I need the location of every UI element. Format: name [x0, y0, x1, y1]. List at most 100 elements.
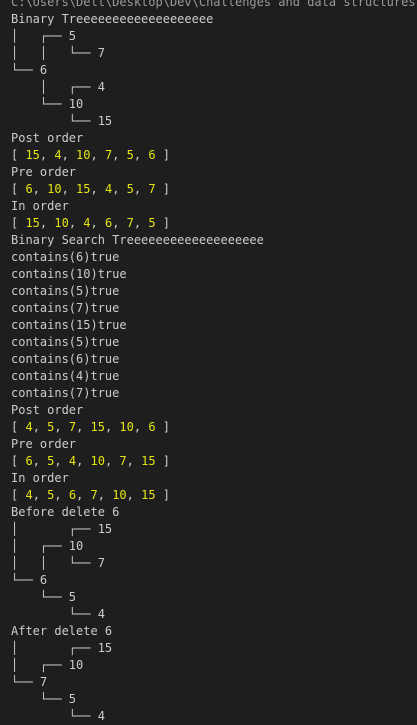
- array-value: 15: [25, 148, 40, 162]
- array-value: 10: [47, 182, 62, 196]
- terminal-text-line: └── 5: [11, 692, 77, 706]
- array-separator: ,: [133, 216, 149, 230]
- array-separator: ,: [90, 148, 105, 162]
- terminal-text-line: │ ┌── 15: [11, 641, 113, 655]
- terminal-text-line: │ ┌── 5: [11, 29, 77, 43]
- array-value: 4: [83, 216, 91, 230]
- array-bracket-open: [: [11, 420, 26, 434]
- array-separator: ,: [32, 420, 48, 434]
- array-separator: ,: [104, 454, 120, 468]
- terminal-text-line: └── 4: [11, 607, 105, 621]
- terminal-text-line: contains(4)true: [11, 369, 120, 383]
- array-separator: ,: [54, 488, 69, 502]
- terminal-text-line: └── 15: [11, 114, 113, 128]
- terminal-text-line: In order: [11, 199, 69, 213]
- array-value: 10: [90, 454, 105, 468]
- array-separator: ,: [76, 488, 91, 502]
- terminal-text-line: └── 4: [11, 709, 105, 723]
- array-bracket-close: ]: [155, 454, 171, 468]
- array-value: 15: [141, 488, 156, 502]
- array-separator: ,: [76, 454, 91, 468]
- terminal-text-line: In order: [11, 471, 69, 485]
- array-separator: ,: [32, 454, 48, 468]
- terminal-text-line: contains(7)true: [11, 386, 120, 400]
- array-value: 6: [25, 182, 33, 196]
- terminal-text-line: Post order: [11, 403, 84, 417]
- array-bracket-close: ]: [155, 216, 171, 230]
- terminal-text-line: │ ┌── 15: [11, 522, 113, 536]
- array-value: 5: [148, 216, 156, 230]
- array-value: 15: [90, 420, 105, 434]
- array-separator: ,: [76, 420, 91, 434]
- array-output-line: [ 6, 10, 15, 4, 5, 7 ]: [11, 181, 417, 198]
- terminal-text-line: └── 5: [11, 590, 77, 604]
- array-output-line: [ 4, 5, 7, 15, 10, 6 ]: [11, 419, 417, 436]
- array-bracket-close: ]: [155, 148, 171, 162]
- array-value: 6: [68, 488, 77, 502]
- terminal-text-line: └── 6: [11, 63, 48, 77]
- array-value: 7: [119, 454, 127, 468]
- terminal-path-line: C:\Users\Dell\Desktop\Dev\Challenges and…: [11, 0, 416, 9]
- terminal-text-line: └── 10: [11, 97, 84, 111]
- terminal-text-line: └── 6: [11, 573, 48, 587]
- array-separator: ,: [90, 182, 105, 196]
- array-output-line: [ 4, 5, 6, 7, 10, 15 ]: [11, 487, 417, 504]
- array-separator: ,: [133, 182, 149, 196]
- array-bracket-open: [: [11, 488, 26, 502]
- array-value: 4: [68, 454, 77, 468]
- array-value: 5: [126, 182, 134, 196]
- terminal-text-line: Pre order: [11, 165, 77, 179]
- terminal-text-line: contains(10)true: [11, 267, 127, 281]
- array-separator: ,: [61, 182, 77, 196]
- array-value: 10: [112, 488, 127, 502]
- terminal-text-line: contains(5)true: [11, 335, 120, 349]
- array-value: 15: [25, 216, 40, 230]
- terminal-text-line: Binary Treeeeeeeeeeeeeeeeeee: [11, 12, 214, 26]
- array-separator: ,: [32, 488, 48, 502]
- terminal-text-line: After delete 6: [11, 624, 113, 638]
- array-bracket-open: [: [11, 454, 26, 468]
- terminal-text-line: contains(7)true: [11, 301, 120, 315]
- terminal-text-line: contains(6)true: [11, 352, 120, 366]
- terminal-text-line: │ ┌── 10: [11, 539, 84, 553]
- array-value: 7: [126, 216, 134, 230]
- array-separator: ,: [61, 148, 77, 162]
- array-bracket-close: ]: [155, 420, 171, 434]
- terminal-text-line: │ │ └── 7: [11, 556, 105, 570]
- array-separator: ,: [54, 420, 69, 434]
- array-value: 7: [90, 488, 98, 502]
- array-value: 7: [148, 182, 156, 196]
- array-separator: ,: [39, 148, 55, 162]
- array-bracket-close: ]: [155, 488, 171, 502]
- terminal-text-line: Binary Search Treeeeeeeeeeeeeeeeeee: [11, 233, 264, 247]
- terminal-text-line: Post order: [11, 131, 84, 145]
- array-separator: ,: [39, 216, 55, 230]
- array-bracket-open: [: [11, 182, 26, 196]
- array-separator: ,: [54, 454, 69, 468]
- array-value: 4: [25, 488, 33, 502]
- array-output-line: [ 15, 10, 4, 6, 7, 5 ]: [11, 215, 417, 232]
- array-value: 15: [141, 454, 156, 468]
- array-separator: ,: [90, 216, 105, 230]
- array-value: 4: [54, 148, 62, 162]
- terminal-text-line: │ │ └── 7: [11, 46, 105, 60]
- array-value: 7: [68, 420, 77, 434]
- array-value: 10: [54, 216, 69, 230]
- terminal-text-line: contains(5)true: [11, 284, 120, 298]
- array-separator: ,: [112, 182, 127, 196]
- array-bracket-close: ]: [155, 182, 171, 196]
- array-separator: ,: [104, 420, 120, 434]
- terminal-text-line: contains(15)true: [11, 318, 127, 332]
- array-output-line: [ 15, 4, 10, 7, 5, 6 ]: [11, 147, 417, 164]
- array-separator: ,: [68, 216, 84, 230]
- terminal-text-line: │ ┌── 4: [11, 80, 105, 94]
- terminal-text-line: │ ┌── 10: [11, 658, 84, 672]
- terminal-output: C:\Users\Dell\Desktop\Dev\Challenges and…: [0, 0, 417, 725]
- array-value: 6: [148, 148, 156, 162]
- array-value: 4: [25, 420, 33, 434]
- terminal-text-line: └── 7: [11, 675, 48, 689]
- array-value: 15: [76, 182, 91, 196]
- terminal-text-line: Pre order: [11, 437, 77, 451]
- array-separator: ,: [133, 148, 149, 162]
- array-separator: ,: [112, 148, 127, 162]
